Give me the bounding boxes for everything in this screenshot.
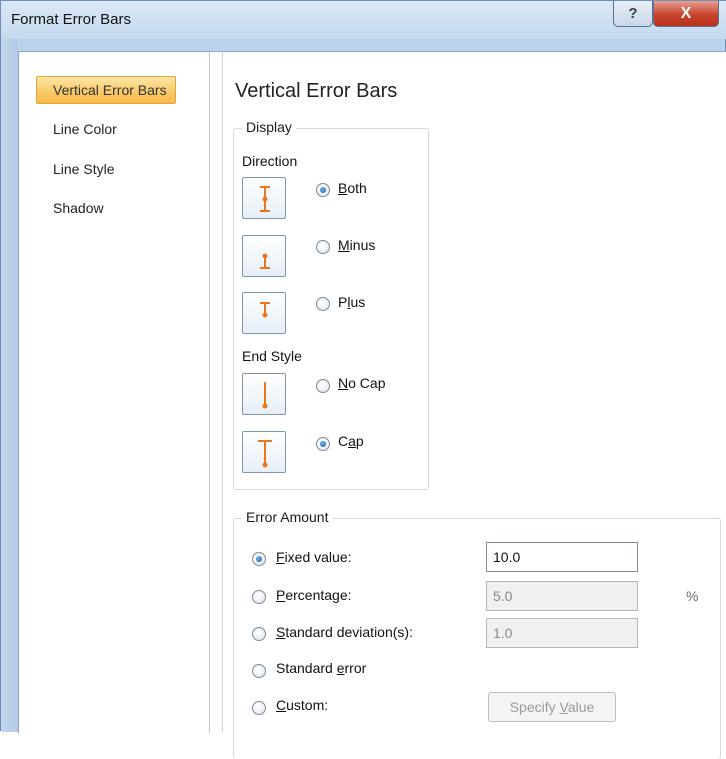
direction-both-radio[interactable] <box>316 183 330 197</box>
nav-item-line-color[interactable]: Line Color <box>37 116 125 142</box>
panel-title: Vertical Error Bars <box>235 80 398 102</box>
std-dev-input[interactable]: 1.0 <box>486 618 638 648</box>
end-style-label: End Style <box>242 348 302 364</box>
percent-unit: % <box>686 588 699 604</box>
std-dev-label[interactable]: Standard deviation(s): <box>276 624 413 640</box>
fixed-value-input[interactable]: 10.0 <box>486 542 638 572</box>
percentage-input[interactable]: 5.0 <box>486 581 638 611</box>
end-style-cap-label[interactable]: Cap <box>338 433 364 449</box>
error-bar-plus-icon <box>260 302 270 318</box>
end-style-no-cap-radio[interactable] <box>316 379 330 393</box>
error-bar-cap-icon <box>258 440 272 468</box>
percentage-label[interactable]: Percentage: <box>276 587 352 603</box>
nav-item-vertical-error-bars[interactable]: Vertical Error Bars <box>36 76 176 104</box>
nav-item-shadow[interactable]: Shadow <box>37 195 112 221</box>
specify-value-button[interactable]: Specify Value <box>488 692 616 722</box>
end-style-no-cap-label[interactable]: No Cap <box>338 375 385 391</box>
display-group-label: Display <box>242 119 296 135</box>
direction-both-button[interactable] <box>242 177 286 219</box>
end-style-no-cap-button[interactable] <box>242 373 286 415</box>
nav-item-line-style[interactable]: Line Style <box>37 156 122 182</box>
fixed-value-label[interactable]: Fixed value: <box>276 549 352 565</box>
nav-item-label: Shadow <box>53 200 104 216</box>
end-style-cap-button[interactable] <box>242 431 286 473</box>
std-dev-radio[interactable] <box>252 627 266 641</box>
direction-both-label[interactable]: Both <box>338 180 367 196</box>
error-amount-group-label: Error Amount <box>242 509 333 525</box>
error-bar-minus-icon <box>260 253 270 269</box>
help-button[interactable]: ? <box>613 1 653 27</box>
std-error-label[interactable]: Standard error <box>276 660 366 676</box>
nav-item-label: Line Color <box>53 121 117 137</box>
error-amount-group: Error Amount Fixed value: 10.0 Percentag… <box>233 509 721 759</box>
direction-plus-button[interactable] <box>242 292 286 334</box>
error-bar-both-icon <box>260 186 270 212</box>
direction-minus-button[interactable] <box>242 235 286 277</box>
close-icon: X <box>680 4 692 22</box>
dialog-title: Format Error Bars <box>11 11 132 28</box>
dialog-client-area: Vertical Error Bars Line Color Line Styl… <box>18 51 726 759</box>
direction-plus-radio[interactable] <box>316 297 330 311</box>
category-nav: Vertical Error Bars Line Color Line Styl… <box>19 52 210 733</box>
close-button[interactable]: X <box>653 1 719 27</box>
nav-item-label: Line Style <box>53 161 115 177</box>
display-group: Display Direction Both Minus Plus End St… <box>233 119 429 490</box>
direction-minus-label[interactable]: Minus <box>338 237 375 253</box>
end-style-cap-radio[interactable] <box>316 437 330 451</box>
fixed-value-radio[interactable] <box>252 552 266 566</box>
direction-minus-radio[interactable] <box>316 240 330 254</box>
title-bar[interactable]: Format Error Bars ? X <box>1 1 726 39</box>
help-icon: ? <box>628 5 638 22</box>
custom-label[interactable]: Custom: <box>276 697 328 713</box>
direction-plus-label[interactable]: Plus <box>338 294 365 310</box>
error-bar-no-cap-icon <box>262 382 268 409</box>
window-frame-left <box>1 39 18 732</box>
settings-panel: Vertical Error Bars Display Direction Bo… <box>222 52 726 759</box>
format-error-bars-dialog: Format Error Bars ? X Vertical Error Bar… <box>0 0 726 759</box>
std-error-radio[interactable] <box>252 664 266 678</box>
percentage-radio[interactable] <box>252 590 266 604</box>
direction-label: Direction <box>242 153 298 169</box>
nav-item-label: Vertical Error Bars <box>53 82 167 98</box>
custom-radio[interactable] <box>252 701 266 715</box>
